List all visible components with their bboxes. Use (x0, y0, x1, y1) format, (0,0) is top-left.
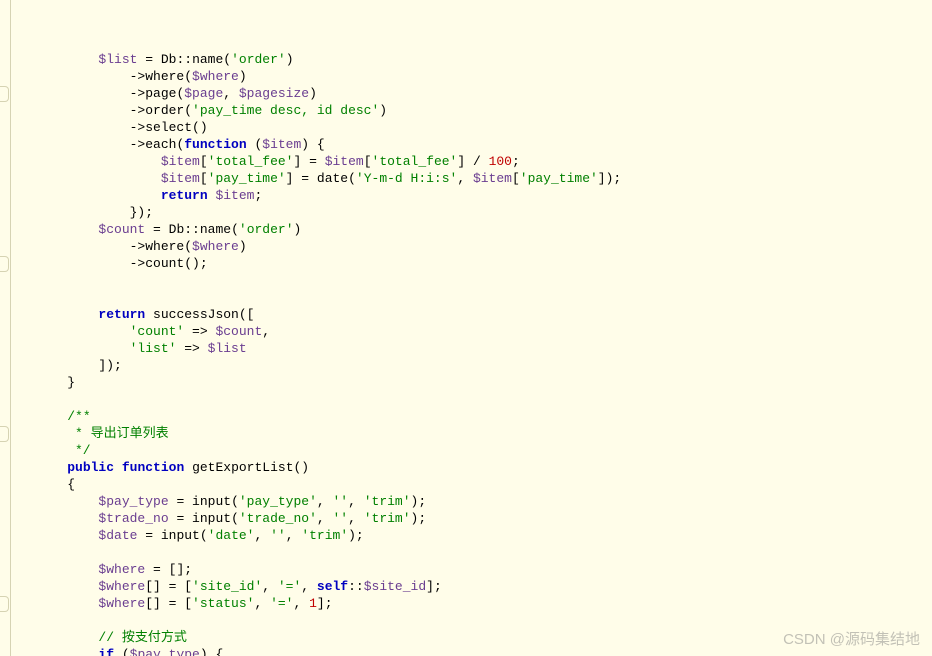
code-line (18, 612, 932, 629)
fold-marker[interactable] (0, 256, 9, 272)
code-line: $item['pay_time'] = date('Y-m-d H:i:s', … (18, 170, 932, 187)
code-line: $where[] = ['site_id', '=', self::$site_… (18, 578, 932, 595)
code-line: $trade_no = input('trade_no', '', 'trim'… (18, 510, 932, 527)
code-line (18, 544, 932, 561)
code-line: $where = []; (18, 561, 932, 578)
code-line: $count = Db::name('order') (18, 221, 932, 238)
code-line: ->each(function ($item) { (18, 136, 932, 153)
code-line: { (18, 476, 932, 493)
code-line: */ (18, 442, 932, 459)
code-line: $list = Db::name('order') (18, 51, 932, 68)
code-line: $where[] = ['status', '=', 1]; (18, 595, 932, 612)
fold-marker[interactable] (0, 596, 9, 612)
code-line: ->page($page, $pagesize) (18, 85, 932, 102)
code-line: 'list' => $list (18, 340, 932, 357)
code-line: if ($pay_type) { (18, 646, 932, 656)
code-line: ->select() (18, 119, 932, 136)
code-line: ->where($where) (18, 68, 932, 85)
code-line: * 导出订单列表 (18, 425, 932, 442)
code-line: return $item; (18, 187, 932, 204)
code-line: /** (18, 408, 932, 425)
code-content: $list = Db::name('order') ->where($where… (18, 51, 932, 656)
code-line: ]); (18, 357, 932, 374)
code-line: $date = input('date', '', 'trim'); (18, 527, 932, 544)
code-line: ->count(); (18, 255, 932, 272)
fold-marker[interactable] (0, 86, 9, 102)
code-line: ->where($where) (18, 238, 932, 255)
code-line (18, 272, 932, 289)
code-line: public function getExportList() (18, 459, 932, 476)
code-line: ->order('pay_time desc, id desc') (18, 102, 932, 119)
code-line: return successJson([ (18, 306, 932, 323)
fold-gutter (0, 0, 11, 656)
code-line: 'count' => $count, (18, 323, 932, 340)
code-line: } (18, 374, 932, 391)
code-line (18, 289, 932, 306)
fold-marker[interactable] (0, 426, 9, 442)
code-line (18, 391, 932, 408)
code-line: $pay_type = input('pay_type', '', 'trim'… (18, 493, 932, 510)
code-line: $item['total_fee'] = $item['total_fee'] … (18, 153, 932, 170)
code-line: }); (18, 204, 932, 221)
code-editor: $list = Db::name('order') ->where($where… (0, 0, 932, 656)
code-line: // 按支付方式 (18, 629, 932, 646)
